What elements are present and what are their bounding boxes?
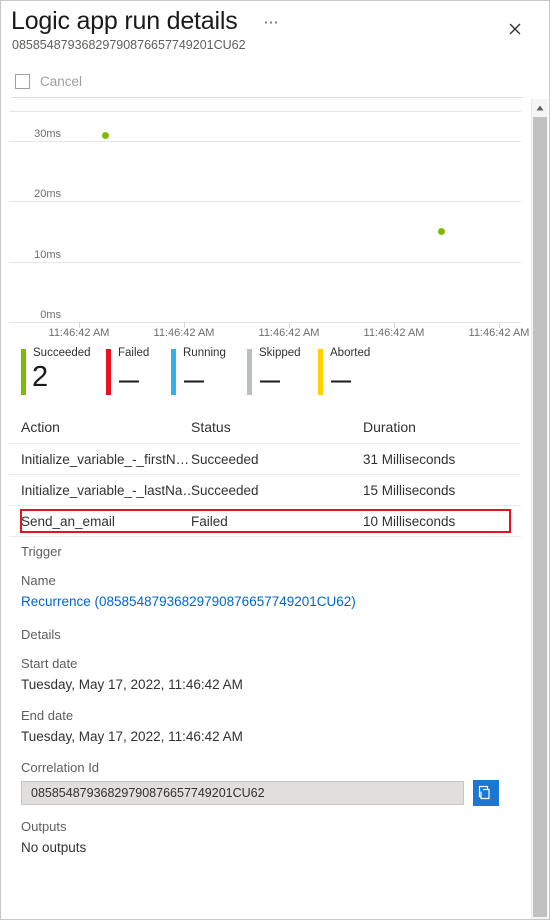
cell-action: Initialize_variable_-_firstN… — [21, 451, 190, 467]
chart-x-axis-label: 11:46:42 AM — [153, 327, 215, 339]
scroll-up-button[interactable] — [532, 99, 548, 116]
trigger-heading: Trigger — [21, 544, 62, 559]
scrollbar-thumb[interactable] — [533, 117, 547, 917]
chart-y-axis-label: 10ms — [34, 249, 61, 261]
actions-table: Action Status Duration Initialize_variable_… — [1, 411, 532, 537]
page-title: Logic app run details — [11, 7, 238, 35]
end-date-label: End date — [21, 708, 74, 723]
chart-x-axis-label: 11:46:42 AM — [258, 327, 320, 339]
table-header-row: Action Status Duration — [9, 411, 521, 444]
status-tile-value: — — [184, 370, 204, 392]
chart-y-axis-label: 30ms — [34, 128, 61, 140]
status-tile-label: Aborted — [330, 347, 371, 359]
cancel-button[interactable]: Cancel — [15, 69, 82, 93]
trigger-details: Trigger Name Recurrence (085854879368297… — [1, 544, 532, 871]
close-button[interactable] — [501, 15, 529, 43]
chart-gridline — [9, 262, 521, 263]
status-tile-label: Succeeded — [33, 347, 91, 359]
status-tile-accent-bar — [106, 349, 111, 395]
chart-y-axis-label: 0ms — [40, 309, 61, 321]
chart-gridline — [9, 141, 521, 142]
command-bar-divider — [11, 97, 523, 98]
status-tile-accent-bar — [318, 349, 323, 395]
trigger-name-link[interactable]: Recurrence (0858548793682979087665774920… — [21, 594, 532, 609]
run-duration-chart: 0ms 10ms 20ms 30ms 11:46:42 AM 11:46:42 AM 11:… — [1, 99, 532, 349]
column-header-status[interactable]: Status — [191, 411, 359, 443]
status-tile-value: — — [260, 370, 280, 392]
start-date-value: Tuesday, May 17, 2022, 11:46:42 AM — [21, 677, 243, 692]
outputs-label: Outputs — [21, 819, 67, 834]
status-tile-accent-bar — [21, 349, 26, 395]
status-tiles: Succeeded 2 Failed — Running — Skipped — Aborted… — [1, 347, 532, 409]
chart-x-axis-label: 11:46:42 AM — [363, 327, 425, 339]
chart-gridline — [9, 201, 521, 202]
column-header-action[interactable]: Action — [21, 411, 193, 443]
status-tile-label: Failed — [118, 347, 150, 359]
start-date-label: Start date — [21, 656, 78, 671]
status-tile-label: Skipped — [259, 347, 301, 359]
chart-data-point[interactable] — [102, 132, 109, 139]
chart-y-axis-label: 20ms — [34, 188, 61, 200]
table-row[interactable]: Initialize_variable_-_firstN… Succeeded 31… — [9, 444, 521, 475]
status-tile-label: Running — [183, 347, 226, 359]
status-tile-value: — — [331, 370, 351, 392]
status-tile-accent-bar — [171, 349, 176, 395]
cell-duration: 10 Milliseconds — [363, 513, 456, 529]
cancel-label: Cancel — [40, 73, 83, 89]
chart-gridline — [9, 322, 521, 323]
outputs-value: No outputs — [21, 840, 87, 855]
table-row[interactable]: Send_an_email Failed 10 Milliseconds — [9, 506, 521, 537]
chart-gridline — [9, 111, 521, 112]
chart-x-axis-label: 11:46:42 AM — [48, 327, 110, 339]
close-icon — [509, 23, 521, 35]
cell-duration: 31 Milliseconds — [363, 451, 456, 467]
cancel-checkbox-icon — [15, 73, 30, 89]
cell-status: Succeeded — [191, 482, 259, 498]
status-tile-value: 2 — [32, 361, 49, 393]
correlation-id-row: 08585487936829790876657749201CU62 — [21, 780, 532, 806]
cell-status: Succeeded — [191, 451, 259, 467]
status-tile-value: — — [119, 370, 139, 392]
panel-header: Logic app run details ⋯ 0858548793682979… — [1, 1, 549, 61]
column-header-duration[interactable]: Duration — [363, 411, 513, 443]
cell-duration: 15 Milliseconds — [363, 482, 456, 498]
run-id-subtitle: 08585487936829790876657749201CU62 — [12, 38, 246, 52]
correlation-id-field[interactable]: 08585487936829790876657749201CU62 — [21, 781, 464, 805]
status-tile-accent-bar — [247, 349, 252, 395]
panel-content: 0ms 10ms 20ms 30ms 11:46:42 AM 11:46:42 AM 11:… — [1, 99, 532, 919]
chevron-up-icon — [536, 105, 544, 110]
command-bar: Cancel — [1, 65, 549, 97]
end-date-value: Tuesday, May 17, 2022, 11:46:42 AM — [21, 729, 243, 744]
copy-icon — [478, 785, 490, 800]
copy-button[interactable] — [473, 780, 499, 806]
cell-action: Initialize_variable_-_lastNa… — [21, 482, 193, 498]
cell-action: Send_an_email — [21, 513, 115, 529]
chart-data-point[interactable] — [438, 228, 445, 235]
table-row[interactable]: Initialize_variable_-_lastNa… Succeeded 15… — [9, 475, 521, 506]
chart-x-axis-label: 11:46:42 AM — [468, 327, 530, 339]
correlation-id-label: Correlation Id — [21, 760, 100, 775]
more-options-button[interactable]: ⋯ — [259, 11, 285, 35]
cell-status: Failed — [191, 513, 228, 529]
logic-app-run-details-panel: Logic app run details ⋯ 0858548793682979… — [0, 0, 550, 920]
details-heading: Details — [21, 627, 61, 642]
name-label: Name — [21, 573, 56, 588]
vertical-scrollbar[interactable] — [531, 99, 548, 919]
